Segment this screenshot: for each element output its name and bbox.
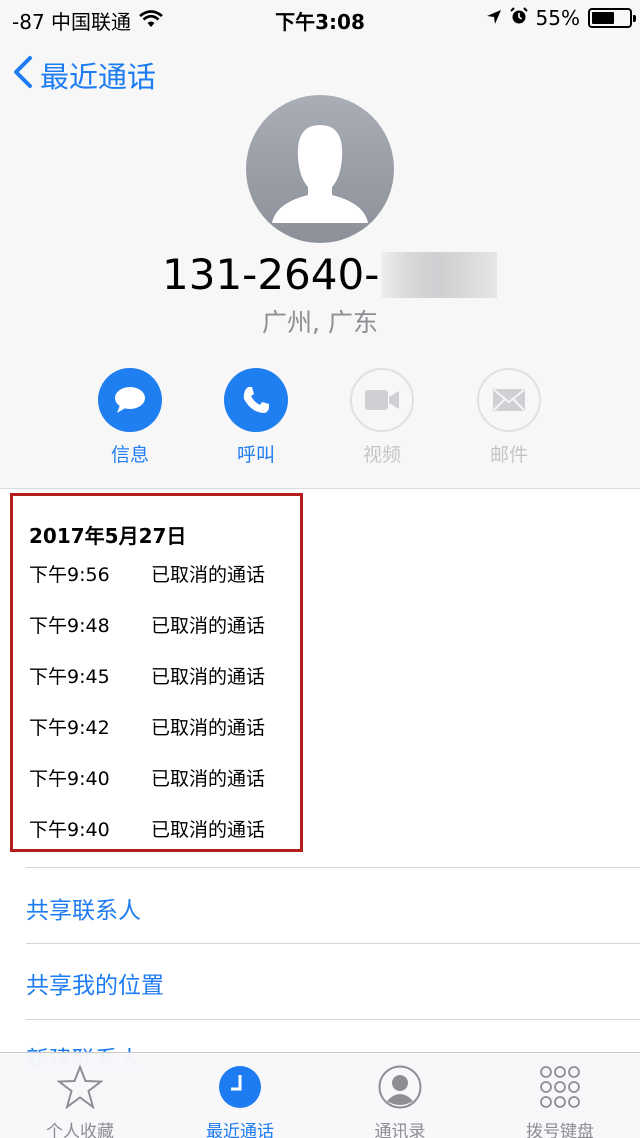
call-status: 已取消的通话 [151,615,266,637]
video-label: 视频 [362,444,401,466]
contact-avatar [246,95,394,243]
tab-favorites[interactable]: 个人收藏 [0,1063,160,1138]
tab-keypad[interactable]: 拨号键盘 [480,1063,640,1138]
mail-icon [477,368,541,432]
recent-calls-box: 2017年5月27日 下午9:56 已取消的通话 下午9:48 已取消的通话 下… [10,493,303,852]
share-location-button[interactable]: 共享我的位置 [26,966,164,1000]
phone-icon [224,368,288,432]
chevron-left-icon [12,55,34,96]
call-time: 下午9:40 [29,768,110,790]
call-label: 呼叫 [236,444,275,466]
tab-label: 个人收藏 [46,1122,114,1138]
status-bar-right: 55% [486,6,636,30]
alarm-icon [509,6,528,30]
call-time: 下午9:56 [29,564,110,586]
number-location: 广州, 广东 [262,308,378,337]
person-silhouette-icon [272,125,368,223]
contacts-icon [320,1063,480,1111]
call-entry: 下午9:40 已取消的通话 [29,764,265,791]
call-entry: 下午9:56 已取消的通话 [29,560,265,587]
calls-date: 2017年5月27日 [29,524,187,548]
call-status: 已取消的通话 [151,717,266,739]
divider [26,943,640,944]
call-status: 已取消的通话 [151,564,266,586]
battery-icon [588,8,636,28]
back-button[interactable]: 最近通话 [12,54,156,96]
share-contact-button[interactable]: 共享联系人 [26,891,141,925]
star-icon [0,1063,160,1111]
phone-number: 131-2640- [162,250,498,299]
video-action: 视频 [342,368,422,467]
tab-label: 最近通话 [206,1122,274,1138]
call-time: 下午9:40 [29,819,110,841]
divider [26,1019,640,1020]
tab-label: 通讯录 [374,1122,426,1138]
tab-contacts[interactable]: 通讯录 [320,1063,480,1138]
tab-bar: 个人收藏 最近通话 通讯录 拨号键盘 [0,1052,640,1138]
tab-recents[interactable]: 最近通话 [160,1063,320,1138]
call-status: 已取消的通话 [151,819,266,841]
call-entry: 下午9:45 已取消的通话 [29,662,265,689]
call-entry: 下午9:48 已取消的通话 [29,611,265,638]
video-icon [350,368,414,432]
battery-fill [592,12,614,24]
clock-icon [160,1063,320,1111]
redacted-digits [381,251,498,298]
call-status: 已取消的通话 [151,768,266,790]
message-action[interactable]: 信息 [90,368,170,467]
mail-action: 邮件 [469,368,549,467]
location-arrow-icon [486,6,502,30]
call-action[interactable]: 呼叫 [216,368,296,467]
back-label: 最近通话 [40,60,157,94]
status-bar: -87 中国联通 下午3:08 55% [0,0,640,36]
call-entry: 下午9:40 已取消的通话 [29,815,265,842]
message-label: 信息 [110,444,149,466]
mail-label: 邮件 [489,444,528,466]
phone-number-text: 131-2640- [162,250,380,299]
call-time: 下午9:42 [29,717,110,739]
divider [26,867,640,868]
battery-percent: 55% [535,6,580,30]
call-time: 下午9:48 [29,615,110,637]
call-status: 已取消的通话 [151,666,266,688]
message-icon [98,368,162,432]
keypad-icon [480,1063,640,1111]
call-time: 下午9:45 [29,666,110,688]
tab-label: 拨号键盘 [526,1122,594,1138]
call-entry: 下午9:42 已取消的通话 [29,713,265,740]
